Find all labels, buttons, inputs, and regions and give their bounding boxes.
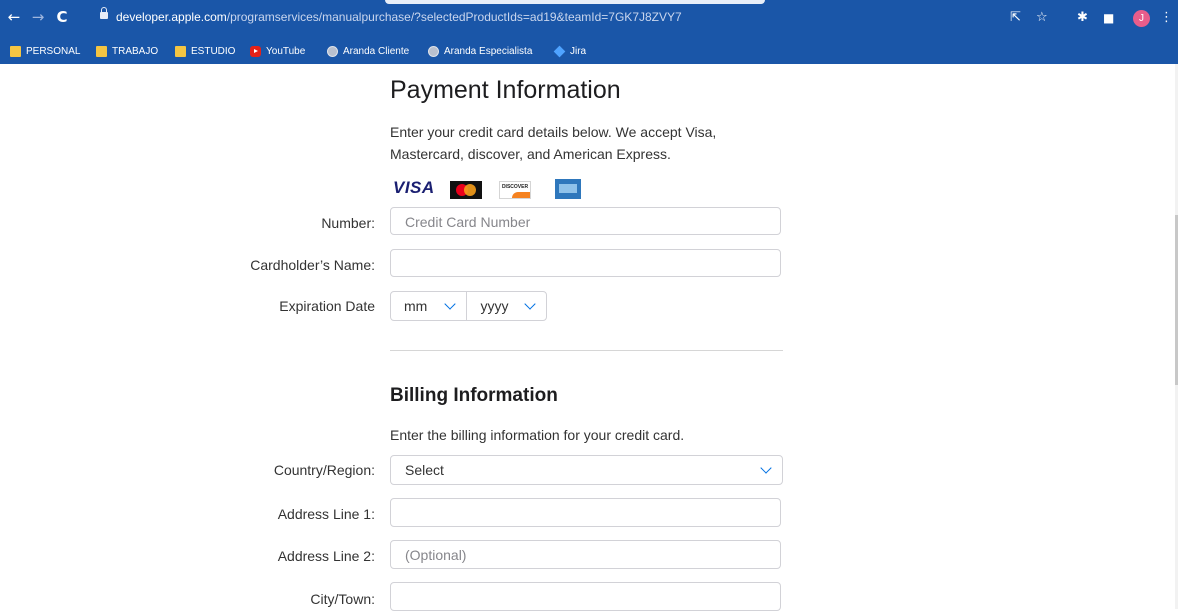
lock-icon <box>100 7 108 19</box>
address-line-1-input[interactable] <box>390 498 781 527</box>
city-town-input[interactable] <box>390 582 781 611</box>
back-arrow-icon[interactable]: ← <box>6 9 22 25</box>
expiration-date-label: Expiration Date <box>279 298 375 314</box>
star-icon[interactable]: ☆ <box>1036 10 1048 26</box>
globe-icon <box>428 45 439 57</box>
chevron-down-icon <box>444 298 456 310</box>
bookmark-youtube[interactable]: YouTube <box>250 44 305 58</box>
forward-arrow-icon[interactable]: → <box>30 9 46 25</box>
expiration-date-group: mm yyyy <box>390 291 547 321</box>
reload-icon[interactable]: C <box>54 9 70 25</box>
visa-logo: VISA <box>393 178 435 197</box>
address-bar[interactable]: developer.apple.com/programservices/manu… <box>92 6 992 30</box>
bookmark-label: TRABAJO <box>112 45 159 57</box>
folder-icon <box>96 45 107 57</box>
folder-icon <box>175 45 186 57</box>
youtube-icon <box>250 45 261 57</box>
address-line-1-label: Address Line 1: <box>277 506 375 522</box>
address-line-2-label: Address Line 2: <box>277 548 375 564</box>
bookmark-label: Jira <box>570 45 587 57</box>
city-town-label: City/Town: <box>310 591 375 607</box>
discover-logo: DISCOVER <box>499 181 531 199</box>
bookmark-aranda-especialista[interactable]: Aranda Especialista <box>428 44 532 58</box>
bookmark-trabajo[interactable]: TRABAJO <box>96 44 158 58</box>
chevron-down-icon <box>523 298 536 310</box>
billing-title: Billing Information <box>390 385 558 406</box>
bookmark-jira[interactable]: Jira <box>553 44 587 58</box>
number-label: Number: <box>321 215 375 231</box>
payment-title: Payment Information <box>390 76 621 104</box>
amex-logo <box>555 179 581 199</box>
bookmark-estudio[interactable]: ESTUDIO <box>175 44 235 58</box>
country-region-value: Select <box>405 462 444 478</box>
expiry-year-value: yyyy <box>480 298 509 314</box>
bookmark-label: YouTube <box>266 45 306 57</box>
card-number-input[interactable]: Credit Card Number <box>390 207 781 235</box>
bookmark-label: Aranda Especialista <box>444 45 533 57</box>
country-region-select[interactable]: Select <box>390 455 783 485</box>
url-domain: developer.apple.com <box>116 10 227 24</box>
address-line-2-input[interactable]: (Optional) <box>390 540 781 569</box>
billing-description: Enter the billing information for your c… <box>390 427 685 443</box>
bookmark-label: ESTUDIO <box>191 45 236 57</box>
expiry-year-select[interactable]: yyyy <box>467 292 546 320</box>
bookmark-personal[interactable]: PERSONAL <box>10 44 80 58</box>
country-region-label: Country/Region: <box>273 462 375 478</box>
folder-icon <box>10 45 21 57</box>
bookmarks-bar: PERSONAL TRABAJO ESTUDIO YouTube Aranda … <box>0 38 1178 64</box>
extensions-icon[interactable]: ✱ <box>1077 10 1088 26</box>
bookmark-label: Aranda Cliente <box>343 45 410 57</box>
chevron-down-icon <box>760 462 772 474</box>
url-text: developer.apple.com/programservices/manu… <box>116 10 682 24</box>
menu-dots-icon[interactable]: ⋮ <box>1160 10 1173 26</box>
payment-description: Enter your credit card details below. We… <box>390 124 717 162</box>
mastercard-logo <box>450 181 482 199</box>
bookmark-label: PERSONAL <box>26 45 81 57</box>
expiry-month-value: mm <box>404 298 428 314</box>
share-icon[interactable]: ⇱ <box>1010 10 1021 26</box>
expiry-month-select[interactable]: mm <box>391 292 467 320</box>
jira-icon <box>553 45 566 57</box>
profile-avatar[interactable]: J <box>1133 10 1150 27</box>
url-path: /programservices/manualpurchase/?selecte… <box>226 10 682 24</box>
tab-edge <box>385 0 765 4</box>
bookmark-aranda-cliente[interactable]: Aranda Cliente <box>327 44 409 58</box>
side-panel-icon[interactable]: ■ <box>1103 10 1114 26</box>
browser-toolbar: ← → C developer.apple.com/programservice… <box>0 0 1178 38</box>
globe-icon <box>327 45 338 57</box>
cardholder-name-input[interactable] <box>390 249 781 277</box>
section-divider <box>390 350 783 351</box>
cardholder-name-label: Cardholder’s Name: <box>250 257 375 273</box>
